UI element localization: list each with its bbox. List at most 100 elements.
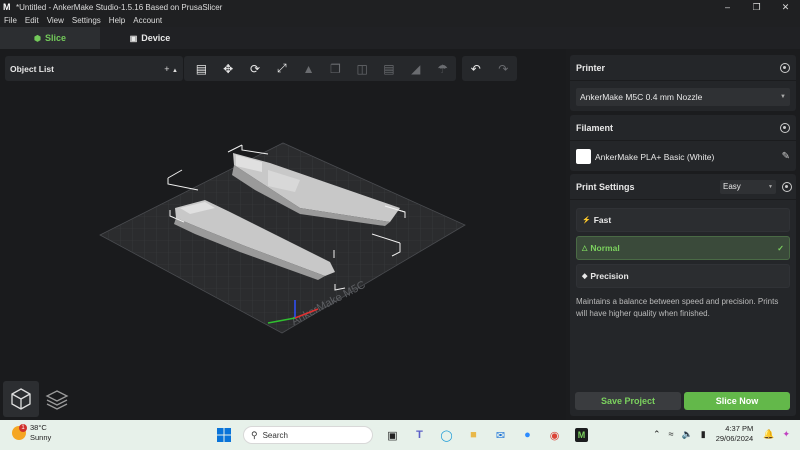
- zoom-icon[interactable]: ●: [514, 424, 541, 446]
- filament-name: AnkerMake PLA+ Basic (White): [595, 151, 715, 162]
- slice-now-button[interactable]: Slice Now: [684, 392, 790, 410]
- option-precision[interactable]: ◆ Precision: [576, 264, 790, 288]
- redo-icon[interactable]: ↷: [498, 62, 508, 76]
- option-fast-label: Fast: [593, 215, 612, 225]
- tab-slice-label: Slice: [44, 33, 66, 43]
- teams-icon[interactable]: T: [406, 424, 433, 446]
- printer-title: Printer: [576, 62, 606, 73]
- edge-icon[interactable]: ◯: [433, 424, 460, 446]
- mode-select[interactable]: Easy ▼: [720, 179, 776, 194]
- move-icon[interactable]: ✥: [215, 56, 242, 81]
- volume-icon[interactable]: 🔈: [682, 429, 693, 440]
- edit-toolbar: ▤ ✥ ⟳ ⤢ ▲ ❐ ◫ ▤ ◢ ☂: [184, 56, 456, 81]
- printer-panel: Printer AnkerMake M5C 0.4 mm Nozzle ▼: [570, 55, 796, 111]
- weather-condition: Sunny: [30, 433, 52, 442]
- copy-icon[interactable]: ❐: [322, 56, 349, 81]
- menu-view[interactable]: View: [43, 14, 68, 27]
- battery-icon[interactable]: ▮: [701, 429, 706, 440]
- save-project-button[interactable]: Save Project: [575, 392, 681, 410]
- paste-icon[interactable]: ◫: [349, 56, 376, 81]
- sun-icon: 1: [12, 424, 27, 440]
- taskbar-apps: ⚲ Search ▣ T ◯ ■ ✉ ● ◉ M: [210, 424, 595, 446]
- printer-value: AnkerMake M5C 0.4 mm Nozzle: [580, 92, 703, 102]
- weather-widget[interactable]: 1 38°C Sunny: [12, 423, 51, 443]
- menu-settings[interactable]: Settings: [68, 14, 105, 27]
- search-icon: ⚲: [251, 429, 258, 440]
- wifi-icon[interactable]: ≈: [669, 429, 674, 439]
- close-icon[interactable]: ✕: [771, 0, 800, 14]
- undo-redo-bar: ↶ ↷: [462, 56, 517, 81]
- menu-file[interactable]: File: [0, 14, 21, 27]
- mode-value: Easy: [723, 182, 741, 191]
- printer-header: Printer: [570, 55, 796, 81]
- printer-select[interactable]: AnkerMake M5C 0.4 mm Nozzle ▼: [576, 88, 790, 106]
- restore-icon[interactable]: ❐: [742, 0, 771, 14]
- option-fast[interactable]: ⚡ Fast: [576, 208, 790, 232]
- option-precision-label: Precision: [590, 271, 629, 281]
- gear-icon[interactable]: [780, 62, 790, 73]
- minimize-icon[interactable]: –: [713, 0, 742, 14]
- check-icon: ✓: [777, 243, 784, 253]
- task-view-icon[interactable]: ▣: [379, 424, 406, 446]
- notifications-bell-icon[interactable]: 🔔: [763, 429, 774, 440]
- chevron-up-icon: ▲: [172, 67, 178, 74]
- copilot-icon[interactable]: ✦: [782, 429, 790, 440]
- weather-temp: 38°C: [30, 423, 47, 432]
- chevron-up-icon[interactable]: ⌃: [653, 429, 661, 440]
- chrome-icon[interactable]: ◉: [541, 424, 568, 446]
- balance-icon: △: [582, 245, 588, 252]
- seam-paint-icon[interactable]: ☂: [429, 56, 456, 81]
- menu-account[interactable]: Account: [129, 14, 166, 27]
- mail-icon[interactable]: ✉: [487, 424, 514, 446]
- rotate-icon[interactable]: ⟳: [242, 56, 269, 81]
- object-list-bar: Object List + ▲: [5, 56, 183, 81]
- print-settings-header: Print Settings Easy ▼: [570, 174, 796, 200]
- taskbar-search[interactable]: ⚲ Search: [243, 426, 373, 444]
- arrange-icon[interactable]: ▤: [188, 56, 215, 81]
- option-normal-label: Normal: [590, 243, 620, 253]
- chevron-down-icon: ▼: [780, 94, 786, 100]
- notification-badge: 1: [19, 424, 27, 432]
- app-logo-icon: M: [3, 2, 11, 12]
- filament-header: Filament: [570, 115, 796, 141]
- tab-slice[interactable]: ⬢ Slice: [0, 27, 100, 49]
- file-explorer-icon[interactable]: ■: [460, 424, 487, 446]
- menu-edit[interactable]: Edit: [21, 14, 43, 27]
- windows-start-icon[interactable]: [210, 424, 237, 446]
- window-title: *Untitled - AnkerMake Studio-1.5.16 Base…: [16, 2, 223, 12]
- print-settings-description: Maintains a balance between speed and pr…: [576, 297, 779, 318]
- object-list-title: Object List: [10, 63, 54, 74]
- cube-icon: ⬢: [34, 33, 41, 43]
- place-on-face-icon[interactable]: ▲: [295, 56, 322, 81]
- diamond-icon: ◆: [582, 273, 588, 280]
- chevron-down-icon: ▼: [768, 183, 773, 190]
- filament-title: Filament: [576, 122, 614, 133]
- clock-date: 29/06/2024: [715, 434, 754, 443]
- clock[interactable]: 4:37 PM 29/06/2024: [716, 424, 754, 444]
- clock-time: 4:37 PM: [725, 424, 754, 433]
- cube-view-icon: [11, 388, 31, 410]
- undo-icon[interactable]: ↶: [471, 62, 481, 76]
- add-object-button[interactable]: + ▲: [164, 64, 178, 74]
- cut-icon[interactable]: ▤: [376, 56, 403, 81]
- view-mode-buttons: [3, 381, 78, 417]
- tab-device[interactable]: ▣ Device: [100, 27, 200, 49]
- edit-pencil-icon[interactable]: ✎: [782, 151, 790, 162]
- scale-icon[interactable]: ⤢: [268, 56, 295, 81]
- filament-color-swatch[interactable]: [576, 149, 591, 164]
- tab-device-label: Device: [141, 33, 171, 43]
- menu-bar: File Edit View Settings Help Account: [0, 14, 800, 27]
- preview-layers-button[interactable]: [39, 381, 75, 417]
- ankermake-taskbar-icon[interactable]: M: [568, 424, 595, 446]
- 3d-viewport[interactable]: AnkerMake M5C: [0, 49, 566, 420]
- support-paint-icon[interactable]: ◢: [402, 56, 429, 81]
- system-tray: ⌃ ≈ 🔈 ▮ 4:37 PM 29/06/2024 🔔 ✦: [649, 424, 794, 444]
- gear-icon[interactable]: [782, 181, 792, 192]
- option-normal[interactable]: △ Normal ✓: [576, 236, 790, 260]
- gear-icon[interactable]: [780, 122, 790, 133]
- filament-row[interactable]: AnkerMake PLA+ Basic (White) ✎: [576, 149, 790, 164]
- add-label: +: [164, 63, 170, 74]
- menu-help[interactable]: Help: [105, 14, 129, 27]
- 3d-view-button[interactable]: [3, 381, 39, 417]
- layers-icon: [45, 390, 69, 410]
